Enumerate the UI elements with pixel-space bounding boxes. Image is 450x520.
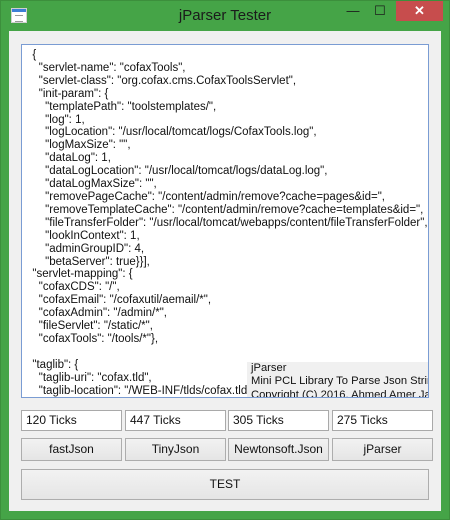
ticks-newtonsoft[interactable]: 305 Ticks — [228, 410, 329, 431]
tinyjson-button[interactable]: TinyJson — [125, 438, 226, 461]
maximize-button[interactable]: ☐ — [367, 1, 393, 21]
app-window: jParser Tester — ☐ ✕ { "servlet-name": "… — [0, 0, 450, 520]
ticks-jparser[interactable]: 275 Ticks — [332, 410, 433, 431]
title-bar[interactable]: jParser Tester — ☐ ✕ — [1, 1, 449, 31]
about-description: Mini PCL Library To Parse Json String — [251, 375, 429, 388]
jparser-button[interactable]: jParser — [332, 438, 433, 461]
close-button[interactable]: ✕ — [396, 1, 443, 21]
test-button[interactable]: TEST — [21, 469, 429, 500]
minimize-button[interactable]: — — [339, 1, 367, 21]
client-area: { "servlet-name": "cofaxTools", "servlet… — [9, 31, 441, 511]
fastjson-button[interactable]: fastJson — [21, 438, 122, 461]
about-title: jParser — [251, 362, 287, 374]
about-copyright: Copyright (C) 2016, Ahmed Amer Jaf. — [251, 388, 429, 398]
json-text[interactable]: { "servlet-name": "cofaxTools", "servlet… — [22, 45, 428, 397]
about-label: jParser Mini PCL Library To Parse Json S… — [247, 362, 429, 398]
newtonsoft-json-button[interactable]: Newtonsoft.Json — [228, 438, 329, 461]
ticks-fastjson[interactable]: 120 Ticks — [21, 410, 122, 431]
json-input-textbox[interactable]: { "servlet-name": "cofaxTools", "servlet… — [21, 44, 429, 398]
ticks-tinyjson[interactable]: 447 Ticks — [125, 410, 226, 431]
